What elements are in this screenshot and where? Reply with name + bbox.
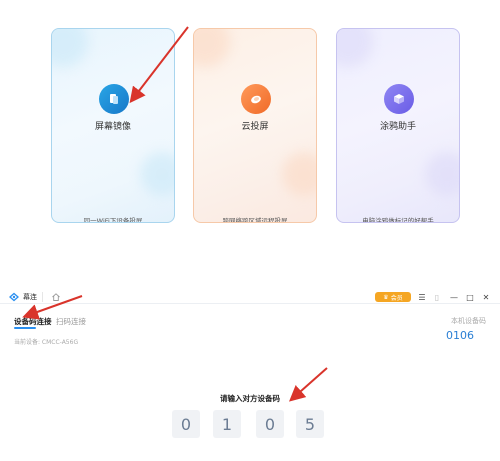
tab-device-code[interactable]: 设备码连接 <box>14 316 52 327</box>
tab-scan-code[interactable]: 扫码连接 <box>56 316 86 327</box>
pin-icon[interactable]: ▯ <box>431 291 443 303</box>
code-digit-box[interactable]: 5 <box>296 410 324 438</box>
doodle-assistant-card[interactable]: 涂鸦助手 电脑涂鸦做标记的好帮手 <box>336 28 460 223</box>
cloud-cast-icon <box>241 84 271 114</box>
crown-icon: ♛ <box>383 293 389 301</box>
card-title: 云投屏 <box>241 122 269 132</box>
card-decoration <box>140 152 174 196</box>
code-input-prompt: 请输入对方设备码 <box>220 394 280 403</box>
menu-icon[interactable]: ☰ <box>416 291 428 303</box>
card-decoration <box>52 29 88 67</box>
title-bar: 幕连 ♛ 会员 ☰ ▯ — □ ✕ <box>0 290 500 304</box>
app-logo-icon <box>9 292 19 302</box>
app-window: 幕连 ♛ 会员 ☰ ▯ — □ ✕ 设备码连接 扫码连接 当前设备: CMCC-… <box>0 290 500 461</box>
minimize-button[interactable]: — <box>448 291 460 303</box>
card-title: 屏幕镜像 <box>94 122 131 132</box>
close-button[interactable]: ✕ <box>480 291 492 303</box>
screen-mirror-card[interactable]: 屏幕镜像 同一WiFi下设备投屏 <box>51 28 175 223</box>
local-code-value: 0106 <box>446 329 474 342</box>
active-tab-indicator <box>14 327 36 329</box>
home-icon[interactable] <box>51 292 61 302</box>
device-code-input[interactable]: 0 1 0 5 <box>172 410 325 438</box>
card-description: 同一WiFi下设备投屏 <box>83 217 143 223</box>
app-name: 幕连 <box>23 293 37 301</box>
feature-cards-panel: 屏幕镜像 同一WiFi下设备投屏 云投屏 跨网络跨区域远程投屏 涂鸦助手 电脑涂… <box>0 0 500 240</box>
card-decoration <box>282 152 316 196</box>
card-description: 电脑涂鸦做标记的好帮手 <box>362 217 434 223</box>
doodle-icon <box>384 84 414 114</box>
code-digit-box[interactable]: 1 <box>213 410 241 438</box>
maximize-button[interactable]: □ <box>464 291 476 303</box>
section-divider <box>0 240 500 290</box>
cloud-cast-card[interactable]: 云投屏 跨网络跨区域远程投屏 <box>193 28 317 223</box>
mirror-icon <box>99 84 129 114</box>
card-decoration <box>425 152 459 196</box>
vip-label: 会员 <box>390 294 403 302</box>
code-digit-box[interactable]: 0 <box>172 410 200 438</box>
card-decoration <box>194 29 230 67</box>
card-title: 涂鸦助手 <box>379 122 416 132</box>
card-decoration <box>337 29 373 67</box>
card-description: 跨网络跨区域远程投屏 <box>222 217 288 223</box>
vip-button[interactable]: ♛ 会员 <box>375 292 411 302</box>
local-code-label: 本机设备码 <box>451 317 486 325</box>
current-device-label: 当前设备: CMCC-A56G <box>14 339 79 346</box>
divider <box>42 292 43 302</box>
code-digit-box[interactable]: 0 <box>256 410 284 438</box>
